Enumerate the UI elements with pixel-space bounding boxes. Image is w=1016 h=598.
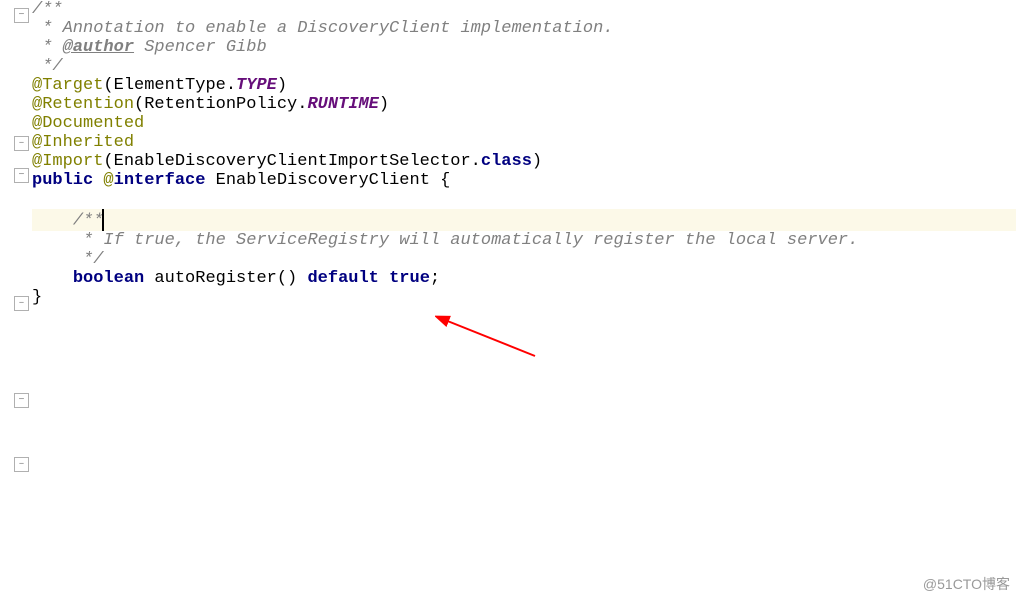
javadoc-text: * If true, the ServiceRegistry will auto… <box>73 231 859 250</box>
fold-icon[interactable] <box>14 168 29 183</box>
keyword: class <box>481 152 532 171</box>
code-line: boolean autoRegister() default true; <box>32 269 1016 288</box>
paren-text: (RetentionPolicy. <box>134 95 307 114</box>
javadoc-text: * Annotation to enable a DiscoveryClient… <box>32 19 614 38</box>
code-editor[interactable]: /** * Annotation to enable a DiscoveryCl… <box>32 0 1016 307</box>
type-name: EnableDiscoveryClient <box>205 171 440 190</box>
annotation: @Retention <box>32 95 134 114</box>
fold-icon[interactable] <box>14 457 29 472</box>
fold-icon[interactable] <box>14 136 29 151</box>
keyword: public <box>32 171 103 190</box>
code-line <box>32 190 1016 209</box>
code-line: */ <box>32 250 1016 269</box>
keyword: boolean <box>73 269 144 288</box>
annotation: @Documented <box>32 114 144 133</box>
annotation-arrow-icon <box>435 312 545 362</box>
code-line: @Retention(RetentionPolicy.RUNTIME) <box>32 95 1016 114</box>
javadoc-open: /** <box>73 211 104 230</box>
javadoc-open: /** <box>32 0 63 19</box>
code-line: */ <box>32 57 1016 76</box>
text-caret <box>102 209 104 231</box>
method-name: autoRegister <box>144 269 277 288</box>
keyword: default <box>307 269 389 288</box>
keyword: interface <box>114 171 206 190</box>
enum-value: RUNTIME <box>307 95 378 114</box>
code-line: @Documented <box>32 114 1016 133</box>
watermark: @51CTO博客 <box>923 574 1010 594</box>
code-line: @Inherited <box>32 133 1016 152</box>
paren-text: ) <box>379 95 389 114</box>
code-line: * Annotation to enable a DiscoveryClient… <box>32 19 1016 38</box>
javadoc-close: */ <box>32 57 63 76</box>
code-line: * @author Spencer Gibb <box>32 38 1016 57</box>
code-line: @Import(EnableDiscoveryClientImportSelec… <box>32 152 1016 171</box>
paren-text: (ElementType. <box>103 76 236 95</box>
paren-text: (EnableDiscoveryClientImportSelector. <box>103 152 480 171</box>
paren-text: () <box>277 269 308 288</box>
annotation: @Import <box>32 152 103 171</box>
code-line: * If true, the ServiceRegistry will auto… <box>32 231 1016 250</box>
paren-text: ) <box>532 152 542 171</box>
brace: } <box>32 288 42 307</box>
code-line: public @interface EnableDiscoveryClient … <box>32 171 1016 190</box>
javadoc-text: * <box>32 38 63 57</box>
semicolon: ; <box>430 269 440 288</box>
code-line: @Target(ElementType.TYPE) <box>32 76 1016 95</box>
javadoc-text: Spencer Gibb <box>134 38 267 57</box>
paren-text: ) <box>277 76 287 95</box>
annotation: @Inherited <box>32 133 134 152</box>
brace: { <box>440 171 450 190</box>
fold-icon[interactable] <box>14 296 29 311</box>
keyword: true <box>389 269 430 288</box>
javadoc-close: */ <box>73 250 104 269</box>
javadoc-tag: @author <box>63 38 134 57</box>
fold-icon[interactable] <box>14 393 29 408</box>
annotation: @ <box>103 171 113 190</box>
enum-value: TYPE <box>236 76 277 95</box>
code-line-active: /** <box>32 209 1016 231</box>
code-line: /** <box>32 0 1016 19</box>
code-line: } <box>32 288 1016 307</box>
fold-icon[interactable] <box>14 8 29 23</box>
annotation: @Target <box>32 76 103 95</box>
gutter <box>0 0 32 598</box>
